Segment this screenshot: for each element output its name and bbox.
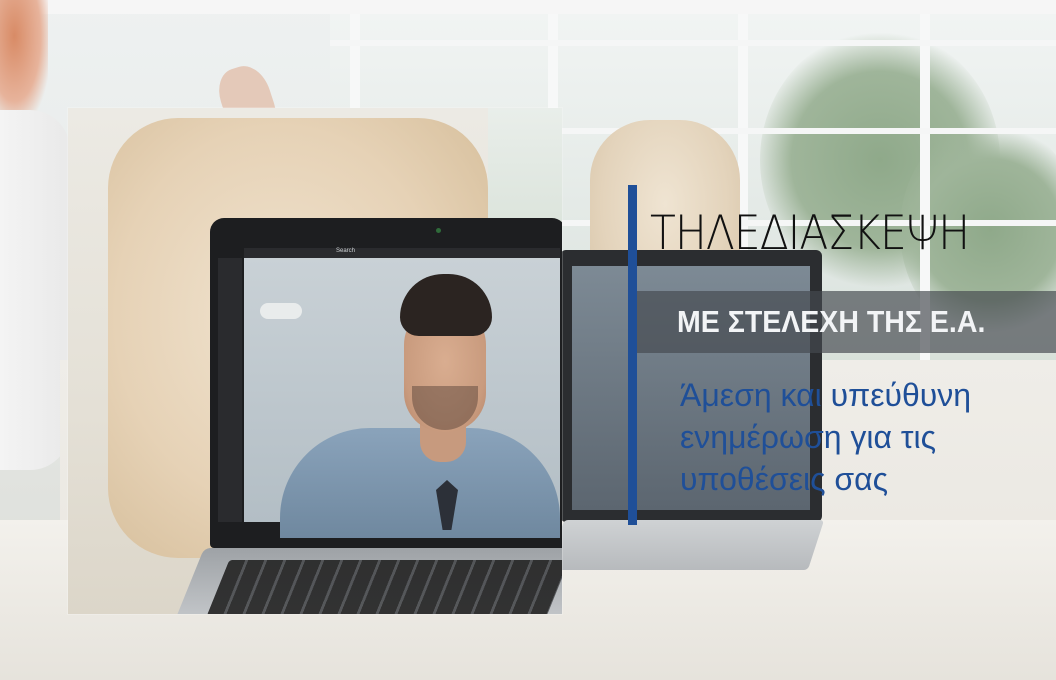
headline: ΤΗΛΕΔΙΑΣΚΕΨΗ	[650, 206, 970, 261]
wall-lamp	[260, 303, 302, 319]
subheadline: ΜΕ ΣΤΕΛΕΧΗ ΤΗΣ Ε.Α.	[677, 304, 986, 339]
laptop-search-label: Search	[336, 248, 356, 254]
tagline-line: ενημέρωση για τις	[680, 419, 937, 455]
laptop-screen-sidebar	[218, 258, 242, 522]
laptop-keyboard	[206, 560, 562, 614]
top-strip	[0, 0, 1056, 14]
laptop-screen-topbar	[244, 248, 560, 258]
tagline: Άμεση και υπεύθυνη ενημέρωση για τις υπο…	[680, 374, 971, 500]
background-laptop-base	[547, 520, 825, 570]
featured-photo: Search	[68, 108, 562, 614]
webcam-icon	[436, 228, 441, 233]
window-frame	[330, 40, 1056, 46]
hero-banner: Search ΤΗΛΕΔΙΑΣΚΕΨΗ ΜΕ ΣΤΕΛΕΧΗ ΤΗΣ Ε.Α. …	[0, 0, 1056, 680]
background-person-hair	[0, 0, 48, 120]
tagline-line: υποθέσεις σας	[680, 461, 889, 497]
tagline-line: Άμεση και υπεύθυνη	[680, 377, 972, 413]
accent-bar	[628, 185, 637, 525]
